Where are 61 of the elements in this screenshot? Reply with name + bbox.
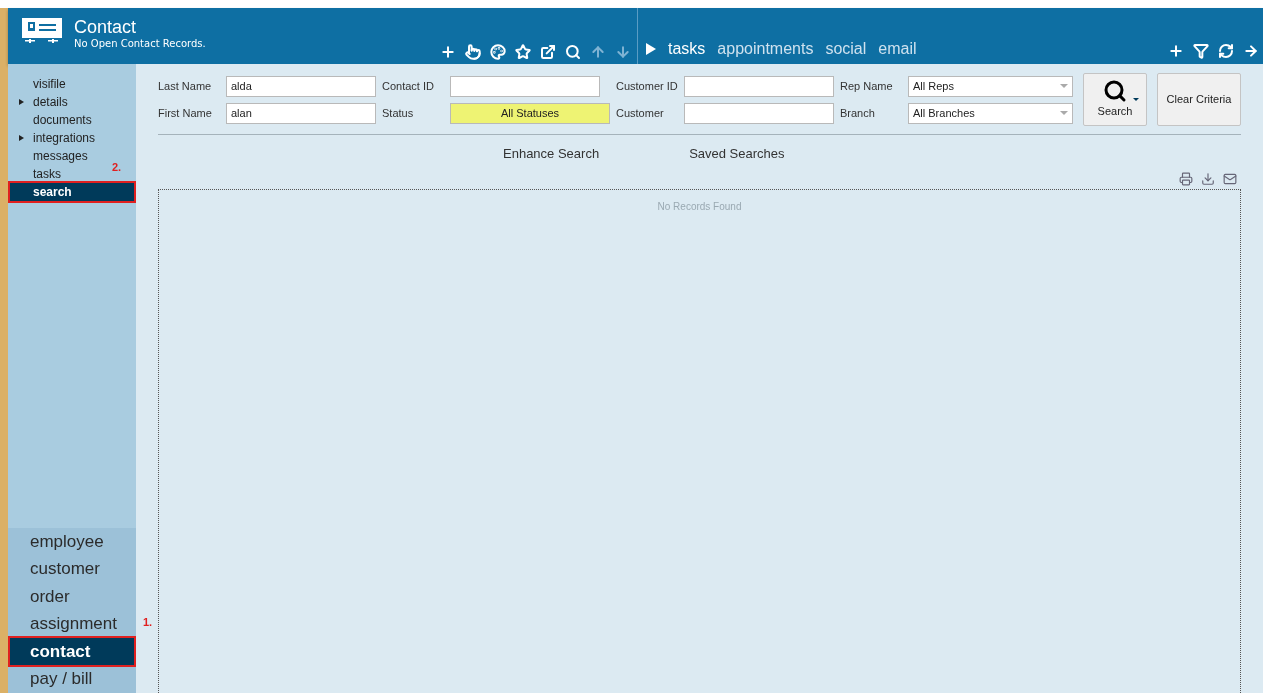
plus-icon[interactable] [440, 44, 456, 60]
page-title: Contact [74, 17, 138, 37]
external-link-icon[interactable] [540, 44, 556, 60]
input-field[interactable] [684, 75, 834, 97]
module-item[interactable]: contact [10, 638, 134, 665]
input-field[interactable] [684, 102, 834, 124]
clear-criteria-button[interactable]: Clear Criteria [1157, 73, 1241, 126]
field-label: Rep Name [840, 78, 894, 94]
sidebar-item[interactable]: visifile [33, 75, 66, 93]
field-label: Customer [616, 105, 665, 121]
module-item[interactable]: employee [30, 528, 104, 555]
search-button[interactable]: Search [1083, 73, 1147, 126]
callout-number: 1. [143, 614, 153, 630]
caret-icon [1133, 98, 1139, 101]
field-label: Last Name [158, 78, 213, 94]
expand-arrow-icon[interactable] [19, 99, 24, 105]
module-item[interactable]: pay / bill [30, 665, 93, 693]
sidebar-item[interactable]: documents [33, 111, 92, 129]
print-icon[interactable] [1179, 171, 1193, 186]
page-subtitle: No Open Contact Records. [74, 37, 206, 51]
contact-card-icon [22, 18, 62, 44]
search-link[interactable]: Enhance Search [503, 144, 600, 164]
module-item[interactable]: assignment [30, 610, 117, 638]
input-field[interactable]: alan [226, 102, 376, 124]
field-label: First Name [158, 105, 213, 121]
sidebar-item[interactable]: details [33, 93, 68, 111]
sidebar-item[interactable]: search [10, 183, 134, 201]
hand-icon[interactable] [465, 44, 481, 60]
star-icon[interactable] [515, 44, 531, 60]
callout-number: 2. [112, 160, 122, 175]
module-item[interactable]: order [30, 583, 70, 610]
input-field[interactable] [450, 75, 600, 97]
module-item[interactable]: customer [30, 555, 100, 583]
play-icon[interactable] [646, 43, 656, 55]
palette-icon[interactable] [490, 44, 506, 60]
mail-icon[interactable] [1223, 171, 1237, 186]
sidebar-item[interactable]: tasks [33, 165, 61, 183]
field-label: Contact ID [382, 78, 435, 94]
status-select[interactable]: All Statuses [450, 102, 610, 124]
field-label: Status [382, 105, 415, 121]
field-label: Customer ID [616, 78, 679, 94]
nav-tab[interactable]: tasks [668, 37, 706, 61]
filter-icon[interactable] [1193, 43, 1209, 59]
input-field[interactable]: alda [226, 75, 376, 97]
sidebar-item[interactable]: messages [33, 147, 88, 165]
dropdown-field[interactable]: All Reps [908, 75, 1073, 97]
download-icon[interactable] [1201, 171, 1215, 186]
arrow-right-icon[interactable] [1243, 43, 1259, 59]
refresh-icon[interactable] [1218, 43, 1234, 59]
expand-arrow-icon[interactable] [19, 135, 24, 141]
nav-tab[interactable]: social [825, 37, 867, 61]
plus-icon[interactable] [1168, 43, 1184, 59]
sidebar-item[interactable]: integrations [33, 129, 96, 147]
search-icon [1103, 79, 1127, 104]
empty-results-text: No Records Found [657, 199, 742, 213]
nav-tab[interactable]: appointments [717, 37, 814, 61]
dropdown-field[interactable]: All Branches [908, 102, 1073, 124]
search-icon[interactable] [565, 44, 581, 60]
field-label: Branch [840, 105, 876, 121]
nav-tab[interactable]: email [878, 37, 917, 61]
search-link[interactable]: Saved Searches [689, 144, 785, 164]
